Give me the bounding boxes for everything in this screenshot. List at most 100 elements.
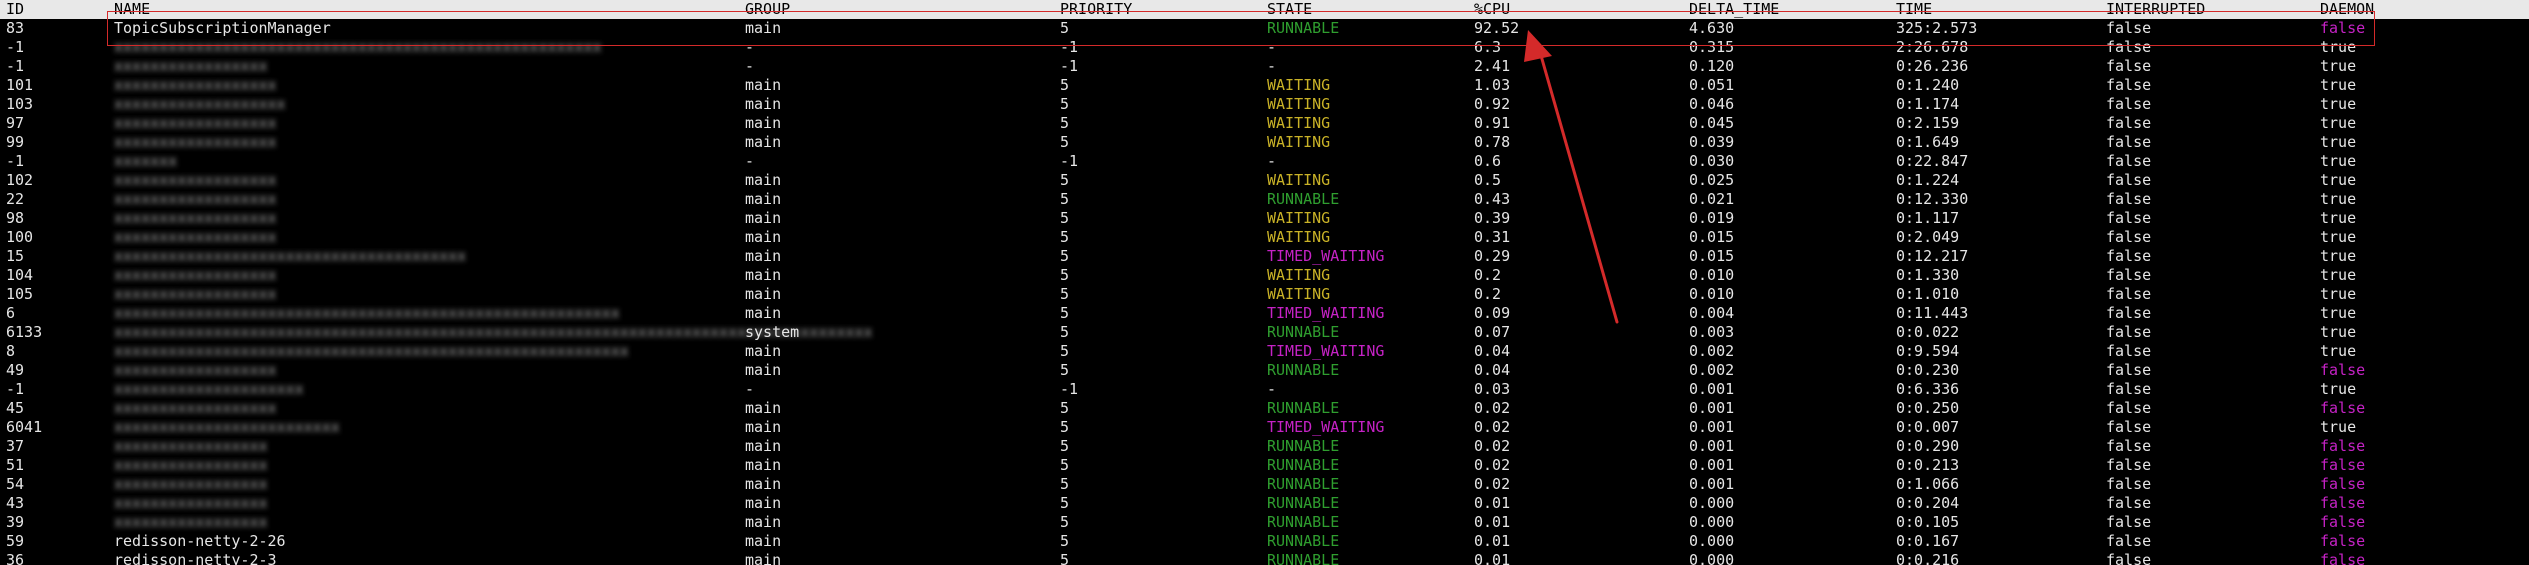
- cell-group: main: [745, 190, 782, 208]
- table-row[interactable]: 6041 xxxxxxxxxxxxxxxxxxxxxxxxx main 5 TIMED_…: [0, 418, 2529, 437]
- cell-cpu: 0.29: [1474, 247, 1511, 265]
- cell-priority: 5: [1060, 551, 1070, 565]
- cell-cpu: 0.01: [1474, 494, 1511, 512]
- table-row[interactable]: 97 xxxxxxxxxxxxxxxxxx main 5 WAITING 0.91 0.04…: [0, 114, 2529, 133]
- cell-time: 0:0.290: [1896, 437, 1960, 455]
- cell-id: 39: [6, 513, 25, 531]
- table-row[interactable]: 43 xxxxxxxxxxxxxxxxx main 5 RUNNABLE 0.01 0.00…: [0, 494, 2529, 513]
- cell-cpu: 0.01: [1474, 513, 1511, 531]
- cell-time: 0:9.594: [1896, 342, 1960, 360]
- table-row[interactable]: -1 xxxxxxxxxxxxxxxxx - -1 - 2.41 0.120 0:26.236…: [0, 57, 2529, 76]
- cell-interrupted: false: [2106, 152, 2152, 170]
- cell-time: 0:1.010: [1896, 285, 1960, 303]
- cell-group: main: [745, 76, 782, 94]
- cell-id: 54: [6, 475, 25, 493]
- cell-time: 0:1.117: [1896, 209, 1960, 227]
- cell-group: main: [745, 285, 782, 303]
- table-row[interactable]: 6 xxxxxxxxxxxxxxxxxxxxxxxxxxxxxxxxxxxxxxx…: [0, 304, 2529, 323]
- table-row[interactable]: 37 xxxxxxxxxxxxxxxxx main 5 RUNNABLE 0.02 0.00…: [0, 437, 2529, 456]
- cell-delta-time: 0.015: [1689, 247, 1735, 265]
- cell-daemon: true: [2320, 190, 2357, 208]
- table-row[interactable]: -1 xxxxxxx - -1 - 0.6 0.030 0:22.847 false true: [0, 152, 2529, 171]
- table-row[interactable]: 39 xxxxxxxxxxxxxxxxx main 5 RUNNABLE 0.01 0.00…: [0, 513, 2529, 532]
- table-row[interactable]: 98 xxxxxxxxxxxxxxxxxx main 5 WAITING 0.39 0.01…: [0, 209, 2529, 228]
- cell-cpu: 0.2: [1474, 266, 1502, 284]
- table-row[interactable]: 105 xxxxxxxxxxxxxxxxxx main 5 WAITING 0.2 0.01…: [0, 285, 2529, 304]
- table-row[interactable]: 8 xxxxxxxxxxxxxxxxxxxxxxxxxxxxxxxxxxxxxxx…: [0, 342, 2529, 361]
- table-row[interactable]: 102 xxxxxxxxxxxxxxxxxx main 5 WAITING 0.5 0.02…: [0, 171, 2529, 190]
- cell-time: 0:1.330: [1896, 266, 1960, 284]
- cell-state: -: [1267, 380, 1277, 398]
- table-row[interactable]: 99 xxxxxxxxxxxxxxxxxx main 5 WAITING 0.78 0.03…: [0, 133, 2529, 152]
- cell-priority: 5: [1060, 418, 1070, 436]
- cell-priority: 5: [1060, 247, 1070, 265]
- cell-name-obscured: xxxxxxxxxxxxxxxxx: [114, 513, 268, 531]
- cell-group: main: [745, 418, 782, 436]
- table-row[interactable]: 100 xxxxxxxxxxxxxxxxxx main 5 WAITING 0.31 0.0…: [0, 228, 2529, 247]
- table-row[interactable]: 103 xxxxxxxxxxxxxxxxxxx main 5 WAITING 0.92 0.…: [0, 95, 2529, 114]
- cell-priority: 5: [1060, 190, 1070, 208]
- cell-time: 0:22.847: [1896, 152, 1969, 170]
- cell-state: RUNNABLE: [1267, 494, 1340, 512]
- cell-name: redisson-netty-2-26: [114, 532, 286, 550]
- cell-id: 6041: [6, 418, 43, 436]
- cell-state: -: [1267, 152, 1277, 170]
- cell-daemon: true: [2320, 76, 2357, 94]
- cell-name-obscured: xxxxxxxxxxxxxxxxxx: [114, 285, 277, 303]
- table-row[interactable]: 101 xxxxxxxxxxxxxxxxxx main 5 WAITING 1.03 0.0…: [0, 76, 2529, 95]
- cell-priority: 5: [1060, 285, 1070, 303]
- cell-id: 97: [6, 114, 25, 132]
- cell-time: 325:2.573: [1896, 19, 1978, 37]
- cell-daemon: true: [2320, 152, 2357, 170]
- cell-cpu: 0.5: [1474, 171, 1502, 189]
- header-group: GROUP: [745, 0, 791, 18]
- table-row[interactable]: 22 xxxxxxxxxxxxxxxxxx main 5 RUNNABLE 0.43 0.0…: [0, 190, 2529, 209]
- table-row[interactable]: 104 xxxxxxxxxxxxxxxxxx main 5 WAITING 0.2 0.01…: [0, 266, 2529, 285]
- table-row[interactable]: 54 xxxxxxxxxxxxxxxxx main 5 RUNNABLE 0.02 0.00…: [0, 475, 2529, 494]
- cell-state: WAITING: [1267, 133, 1331, 151]
- cell-priority: 5: [1060, 228, 1070, 246]
- table-row[interactable]: 6133 xxxxxxxxxxxxxxxxxxxxxxxxxxxxxxxxxxxx…: [0, 323, 2529, 342]
- cell-delta-time: 0.001: [1689, 456, 1735, 474]
- cell-name-obscured: xxxxxxxxxxxxxxxxxx: [114, 114, 277, 132]
- cell-delta-time: 0.039: [1689, 133, 1735, 151]
- cell-name-obscured: xxxxxxxxxxxxxxxxxxxxxxxxxxxxxxxxxxxxxxxx…: [114, 38, 602, 56]
- cell-daemon: true: [2320, 285, 2357, 303]
- cell-daemon: true: [2320, 266, 2357, 284]
- cell-interrupted: false: [2106, 342, 2152, 360]
- header-interrupted: INTERRUPTED: [2106, 0, 2206, 18]
- cell-time: 0:11.443: [1896, 304, 1969, 322]
- cell-name-obscured: xxxxxxxxxxxxxxxxxxxxxxxxxxxxxxxxxxxxxxxx…: [114, 342, 629, 360]
- cell-state: RUNNABLE: [1267, 456, 1340, 474]
- cell-time: 0:0.007: [1896, 418, 1960, 436]
- cell-interrupted: false: [2106, 228, 2152, 246]
- cell-id: 8: [6, 342, 16, 360]
- cell-name-obscured: xxxxxxxxxxxxxxxxx: [114, 57, 268, 75]
- cell-id: 15: [6, 247, 25, 265]
- cell-id: 98: [6, 209, 25, 227]
- cell-priority: 5: [1060, 532, 1070, 550]
- header-id: ID: [6, 0, 25, 18]
- cell-priority: 5: [1060, 304, 1070, 322]
- cell-interrupted: false: [2106, 95, 2152, 113]
- table-row[interactable]: 49 xxxxxxxxxxxxxxxxxx main 5 RUNNABLE 0.04 0.0…: [0, 361, 2529, 380]
- cell-state: RUNNABLE: [1267, 190, 1340, 208]
- table-row[interactable]: 45 xxxxxxxxxxxxxxxxxx main 5 RUNNABLE 0.02 0.0…: [0, 399, 2529, 418]
- table-row[interactable]: -1 xxxxxxxxxxxxxxxxxxxxx - -1 - 0.03 0.001 0:6.…: [0, 380, 2529, 399]
- table-row[interactable]: 83 TopicSubscriptionManager main 5 RUNNABLE 9…: [0, 19, 2529, 38]
- table-row[interactable]: 59 redisson-netty-2-26 main 5 RUNNABLE 0.01 0.…: [0, 532, 2529, 551]
- cell-name-obscured: xxxxxxxxxxxxxxxxxx: [114, 228, 277, 246]
- cell-delta-time: 0.001: [1689, 437, 1735, 455]
- cell-daemon: true: [2320, 133, 2357, 151]
- cell-id: 105: [6, 285, 34, 303]
- cell-group: -: [745, 380, 755, 398]
- cell-priority: 5: [1060, 266, 1070, 284]
- table-row[interactable]: -1 xxxxxxxxxxxxxxxxxxxxxxxxxxxxxxxxxxxxxx…: [0, 38, 2529, 57]
- table-row[interactable]: 15 xxxxxxxxxxxxxxxxxxxxxxxxxxxxxxxxxxxxxx…: [0, 247, 2529, 266]
- table-row[interactable]: 36 redisson-netty-2-3 main 5 RUNNABLE 0.01 0.0…: [0, 551, 2529, 565]
- table-row[interactable]: 51 xxxxxxxxxxxxxxxxx main 5 RUNNABLE 0.02 0.00…: [0, 456, 2529, 475]
- cell-state: RUNNABLE: [1267, 361, 1340, 379]
- cell-cpu: 0.78: [1474, 133, 1511, 151]
- cell-priority: -1: [1060, 57, 1079, 75]
- cell-group: main: [745, 456, 782, 474]
